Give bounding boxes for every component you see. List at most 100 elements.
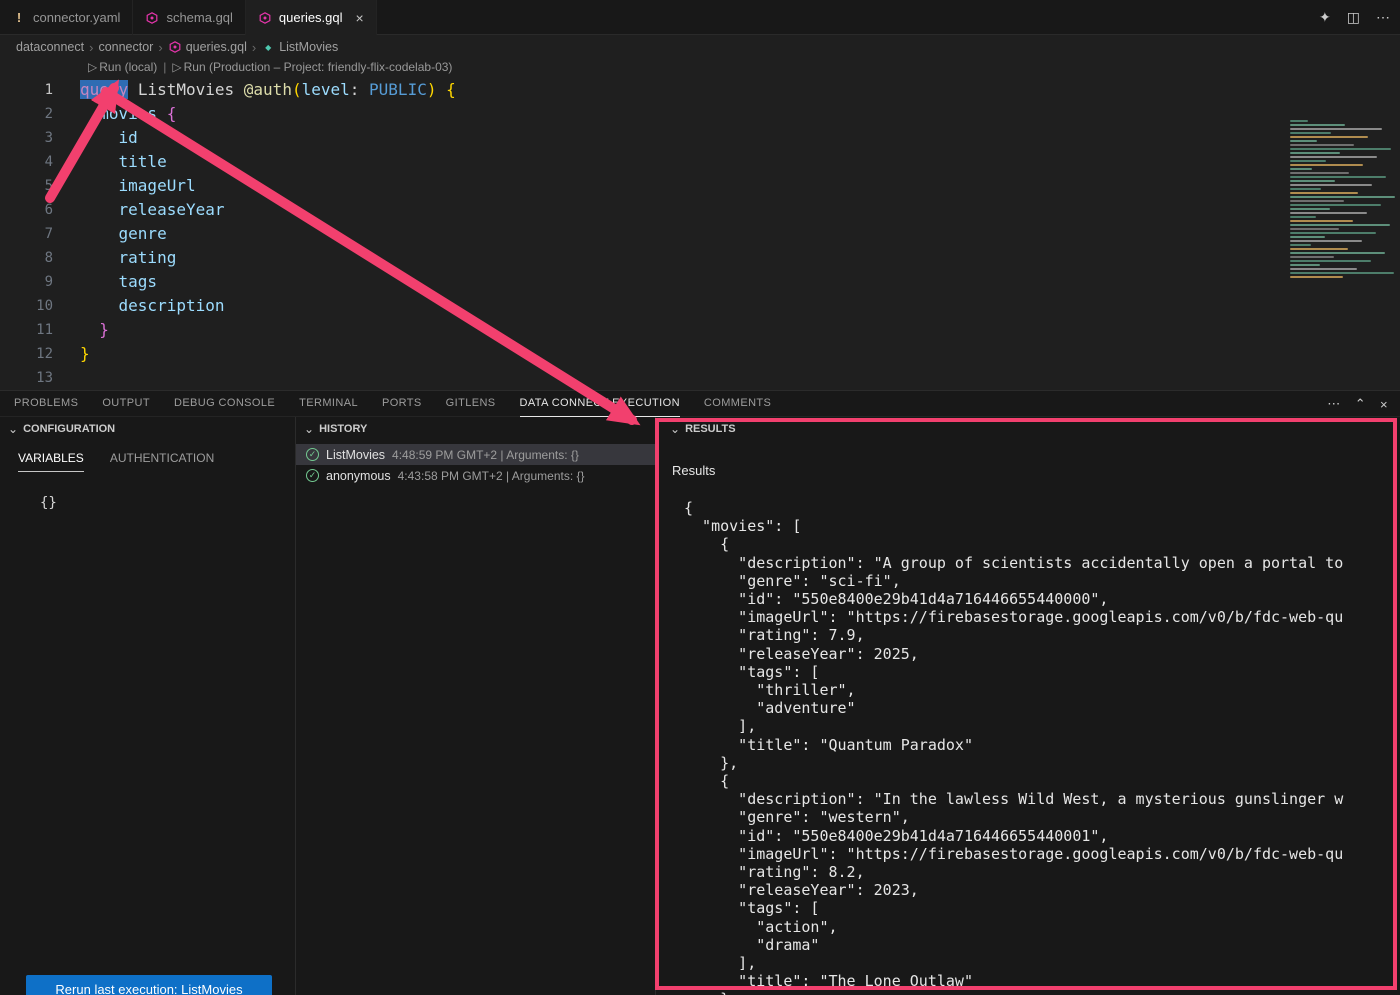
breadcrumb-separator-icon: › — [158, 40, 162, 55]
panel-tab-debug-console[interactable]: DEBUG CONSOLE — [174, 391, 275, 417]
minimap-line — [1290, 140, 1317, 142]
minimap-line — [1290, 276, 1343, 278]
editor-actions: ✦ ◫ ⋯ — [1319, 0, 1390, 35]
line-number: 8 — [0, 246, 56, 270]
panel-body: ⌄ CONFIGURATION VARIABLES AUTHENTICATION… — [0, 417, 1400, 995]
tab-connector.yaml[interactable]: !connector.yaml — [0, 0, 133, 35]
results-json[interactable]: { "movies": [ { "description": "A group … — [684, 499, 1394, 995]
breadcrumb-item-ListMovies[interactable]: ◆ListMovies — [261, 40, 338, 54]
minimap-line — [1290, 256, 1334, 258]
code-text: releaseYear — [56, 198, 225, 222]
panel-tab-ports[interactable]: PORTS — [382, 391, 422, 417]
breadcrumb: dataconnect›connector›queries.gql›◆ListM… — [0, 36, 1400, 58]
line-number: 1 — [0, 78, 56, 102]
tab-queries.gql[interactable]: queries.gql× — [246, 0, 377, 35]
history-entry-meta: 4:48:59 PM GMT+2 | Arguments: {} — [392, 448, 579, 462]
codelens-separator: | — [163, 60, 166, 74]
line-number: 9 — [0, 270, 56, 294]
line-number: 3 — [0, 126, 56, 150]
panel-close-icon[interactable]: × — [1380, 397, 1388, 412]
minimap-line — [1290, 212, 1367, 214]
configuration-header[interactable]: ⌄ CONFIGURATION — [0, 417, 295, 441]
rerun-button[interactable]: Rerun last execution: ListMovies — [26, 975, 272, 995]
bottom-panel: PROBLEMS OUTPUT DEBUG CONSOLE TERMINAL PORTS… — [0, 390, 1400, 995]
breadcrumb-label: dataconnect — [16, 40, 84, 54]
panel-tab-output[interactable]: OUTPUT — [102, 391, 150, 417]
code-line: 9 tags — [0, 270, 1400, 294]
minimap-line — [1290, 144, 1354, 146]
run-icon: ▷ — [172, 60, 181, 74]
minimap-line — [1290, 188, 1321, 190]
panel-tab-gitlens[interactable]: GITLENS — [446, 391, 496, 417]
breadcrumb-item-queries.gql[interactable]: queries.gql — [168, 40, 247, 54]
history-row[interactable]: ✓anonymous4:43:58 PM GMT+2 | Arguments: … — [296, 465, 655, 486]
minimap-line — [1290, 228, 1339, 230]
configuration-tabs: VARIABLES AUTHENTICATION — [0, 451, 295, 472]
minimap-line — [1290, 120, 1308, 122]
more-actions-icon[interactable]: ⋯ — [1376, 9, 1390, 26]
minimap-line — [1290, 240, 1362, 242]
code-line: 8 rating — [0, 246, 1400, 270]
code-line: 13 — [0, 366, 1400, 390]
panel-tab-comments[interactable]: COMMENTS — [704, 391, 771, 417]
panel-maximize-icon[interactable]: ⌃ — [1355, 396, 1366, 412]
minimap-line — [1290, 132, 1331, 134]
panel-tab-terminal[interactable]: TERMINAL — [299, 391, 358, 417]
graphql-icon — [168, 40, 182, 54]
configuration-panel: ⌄ CONFIGURATION VARIABLES AUTHENTICATION… — [0, 417, 296, 995]
minimap[interactable] — [1282, 116, 1400, 296]
close-tab-icon[interactable]: × — [356, 10, 364, 26]
code-line: 3 id — [0, 126, 1400, 150]
vscode-window: !connector.yamlschema.gqlqueries.gql× ✦ … — [0, 0, 1400, 995]
variables-editor[interactable]: {} — [40, 495, 57, 511]
minimap-line — [1290, 136, 1368, 138]
minimap-line — [1290, 192, 1358, 194]
run-local-link[interactable]: ▷Run (local) — [88, 60, 157, 74]
line-number: 2 — [0, 102, 56, 126]
minimap-line — [1290, 224, 1390, 226]
panel-tab-problems[interactable]: PROBLEMS — [14, 391, 78, 417]
tab-variables[interactable]: VARIABLES — [18, 451, 84, 472]
code-line: 5 imageUrl — [0, 174, 1400, 198]
sparkle-icon[interactable]: ✦ — [1319, 9, 1331, 26]
minimap-line — [1290, 196, 1395, 198]
minimap-line — [1290, 220, 1353, 222]
breadcrumb-item-connector[interactable]: connector — [98, 40, 153, 54]
run-production-link[interactable]: ▷Run (Production – Project: friendly-fli… — [172, 60, 452, 74]
code-line: 6 releaseYear — [0, 198, 1400, 222]
split-editor-icon[interactable]: ◫ — [1347, 9, 1360, 26]
minimap-line — [1290, 172, 1349, 174]
breadcrumb-separator-icon: › — [89, 40, 93, 55]
code-line: 7 genre — [0, 222, 1400, 246]
panel-more-icon[interactable]: ⋯ — [1327, 396, 1340, 412]
minimap-line — [1290, 204, 1381, 206]
code-text: imageUrl — [56, 174, 196, 198]
tab-authentication[interactable]: AUTHENTICATION — [110, 451, 214, 472]
code-text: } — [56, 342, 90, 366]
results-header[interactable]: ⌄ RESULTS — [656, 417, 1400, 441]
panel-tab-data-connect-execution[interactable]: DATA CONNECT EXECUTION — [520, 391, 680, 417]
history-header[interactable]: ⌄ HISTORY — [296, 417, 655, 441]
results-panel: ⌄ RESULTS Results { "movies": [ { "descr… — [656, 417, 1400, 995]
minimap-line — [1290, 148, 1391, 150]
code-line: 12} — [0, 342, 1400, 366]
minimap-line — [1290, 124, 1345, 126]
history-panel: ⌄ HISTORY ✓ListMovies4:48:59 PM GMT+2 | … — [296, 417, 656, 995]
tab-schema.gql[interactable]: schema.gql — [133, 0, 245, 35]
history-row[interactable]: ✓ListMovies4:48:59 PM GMT+2 | Arguments:… — [296, 444, 655, 465]
minimap-line — [1290, 272, 1394, 274]
editor[interactable]: ▷Run (local) | ▷Run (Production – Projec… — [0, 58, 1400, 390]
code-text: title — [56, 150, 167, 174]
code-text: tags — [56, 270, 157, 294]
chevron-down-icon: ⌄ — [670, 422, 680, 436]
history-entry-name: anonymous — [326, 469, 391, 483]
minimap-line — [1290, 264, 1320, 266]
line-number: 13 — [0, 366, 56, 390]
minimap-line — [1290, 156, 1377, 158]
breadcrumb-item-dataconnect[interactable]: dataconnect — [16, 40, 84, 54]
line-number: 7 — [0, 222, 56, 246]
minimap-line — [1290, 268, 1357, 270]
minimap-line — [1290, 232, 1376, 234]
breadcrumb-label: ListMovies — [279, 40, 338, 54]
tab-bar: !connector.yamlschema.gqlqueries.gql× ✦ … — [0, 0, 1400, 35]
